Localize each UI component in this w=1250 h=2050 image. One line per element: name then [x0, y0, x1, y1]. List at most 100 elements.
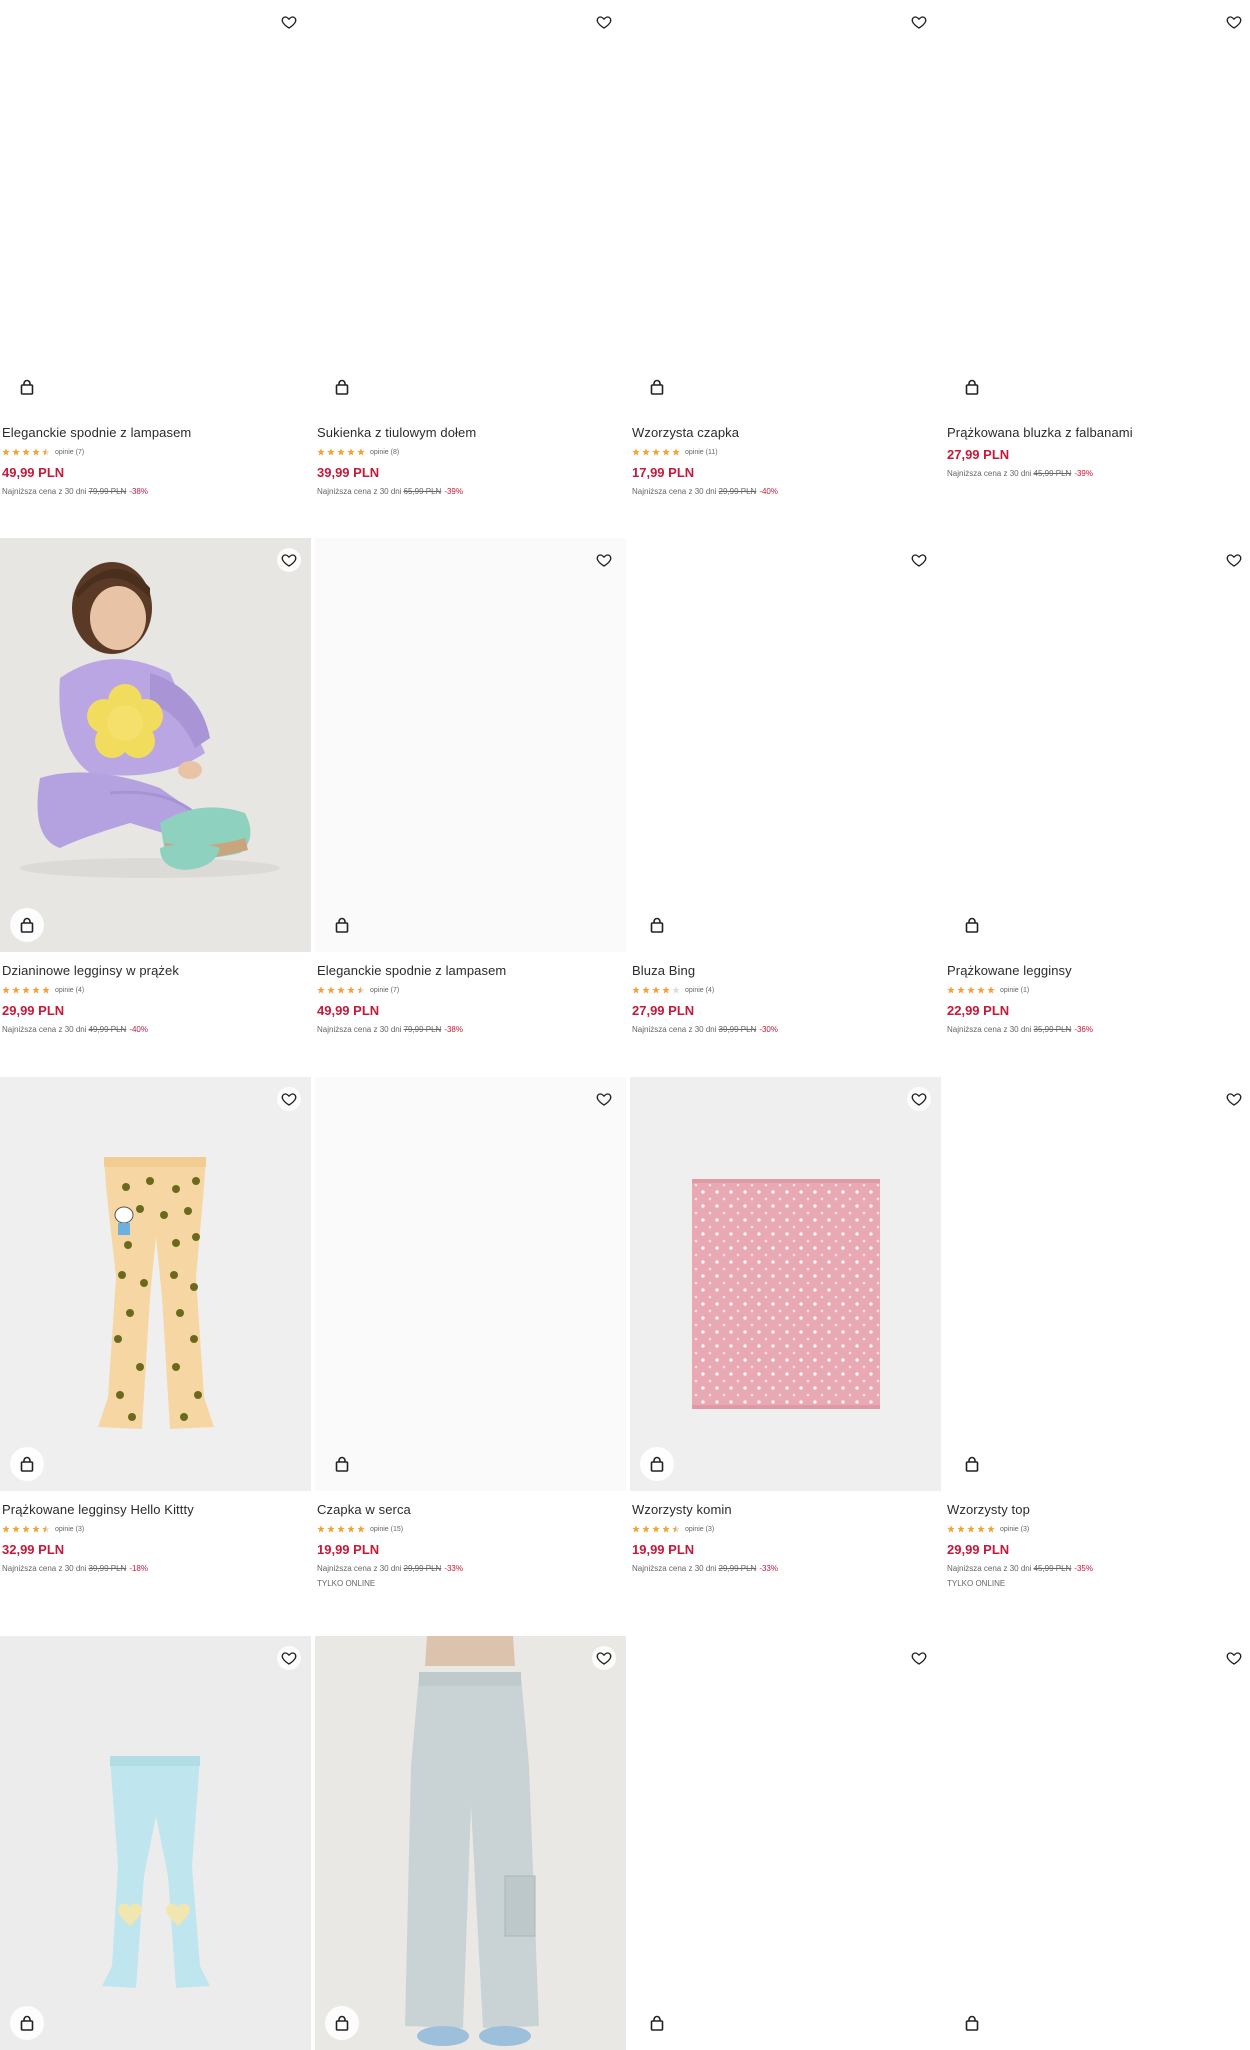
product-title[interactable]: Eleganckie spodnie z lampasem: [317, 962, 626, 979]
product-card[interactable]: Bluza Bing opinie (4) 27,99 PLN Najniższ…: [630, 538, 941, 1034]
product-card[interactable]: [0, 1636, 311, 2050]
product-image[interactable]: [630, 538, 941, 952]
product-title[interactable]: Bluza Bing: [632, 962, 941, 979]
product-image[interactable]: [315, 1636, 626, 2050]
wishlist-heart-icon[interactable]: [592, 10, 616, 34]
discount-badge: -38%: [444, 1025, 463, 1034]
product-title[interactable]: Dzianinowe legginsy w prążek: [2, 962, 311, 979]
product-card[interactable]: Prążkowane legginsy opinie (1) 22,99 PLN…: [945, 538, 1250, 1034]
product-image[interactable]: [945, 1077, 1250, 1491]
wishlist-heart-icon[interactable]: [277, 10, 301, 34]
product-image[interactable]: [945, 0, 1250, 414]
wishlist-heart-icon[interactable]: [907, 1646, 931, 1670]
product-card[interactable]: Dzianinowe legginsy w prążek opinie (4) …: [0, 538, 311, 1034]
product-card[interactable]: [630, 1636, 941, 2050]
product-card[interactable]: Prążkowane legginsy Hello Kittty opinie …: [0, 1077, 311, 1573]
star-icon: [327, 448, 335, 456]
wishlist-heart-icon[interactable]: [277, 548, 301, 572]
add-to-bag-icon[interactable]: [325, 2006, 359, 2040]
old-price: 79,99 PLN: [403, 1025, 442, 1034]
add-to-bag-icon[interactable]: [640, 908, 674, 942]
product-title[interactable]: Prążkowana bluzka z falbanami: [947, 424, 1250, 441]
product-title[interactable]: Wzorzysta czapka: [632, 424, 941, 441]
add-to-bag-icon[interactable]: [10, 1447, 44, 1481]
wishlist-heart-icon[interactable]: [1222, 548, 1246, 572]
lowest-price-label: Najniższa cena z 30 dni: [632, 487, 717, 496]
lowest-price-info: Najniższa cena z 30 dni 39,99 PLN -30%: [632, 1025, 941, 1034]
product-title[interactable]: Prążkowane legginsy Hello Kittty: [2, 1501, 311, 1518]
lowest-price-info: Najniższa cena z 30 dni 29,99 PLN -40%: [632, 487, 941, 496]
star-icon: [967, 986, 975, 994]
add-to-bag-icon[interactable]: [955, 370, 989, 404]
add-to-bag-icon[interactable]: [325, 908, 359, 942]
product-card[interactable]: Wzorzysty komin opinie (3) 19,99 PLN Naj…: [630, 1077, 941, 1573]
wishlist-heart-icon[interactable]: [907, 10, 931, 34]
product-card[interactable]: Czapka w serca opinie (15) 19,99 PLN Naj…: [315, 1077, 626, 1588]
wishlist-heart-icon[interactable]: [907, 1087, 931, 1111]
add-to-bag-icon[interactable]: [640, 2006, 674, 2040]
product-image[interactable]: [315, 538, 626, 952]
product-image[interactable]: [0, 1636, 311, 2050]
add-to-bag-icon[interactable]: [10, 2006, 44, 2040]
product-card[interactable]: Eleganckie spodnie z lampasem opinie (7)…: [315, 538, 626, 1034]
product-image[interactable]: [0, 1077, 311, 1491]
product-image[interactable]: [315, 1077, 626, 1491]
wishlist-heart-icon[interactable]: [1222, 1087, 1246, 1111]
add-to-bag-icon[interactable]: [640, 370, 674, 404]
product-card[interactable]: Prążkowana bluzka z falbanami 27,99 PLN …: [945, 0, 1250, 478]
product-card[interactable]: Sukienka z tiulowym dołem opinie (8) 39,…: [315, 0, 626, 496]
add-to-bag-icon[interactable]: [955, 2006, 989, 2040]
product-card[interactable]: Wzorzysta czapka opinie (11) 17,99 PLN N…: [630, 0, 941, 496]
product-card[interactable]: [315, 1636, 626, 2050]
product-title[interactable]: Prążkowane legginsy: [947, 962, 1250, 979]
product-price: 29,99 PLN: [2, 1003, 65, 1018]
add-to-bag-icon[interactable]: [955, 908, 989, 942]
star-icon: [357, 448, 365, 456]
add-to-bag-icon[interactable]: [325, 1447, 359, 1481]
product-rating: opinie (7): [2, 445, 311, 459]
wishlist-heart-icon[interactable]: [592, 1087, 616, 1111]
add-to-bag-icon[interactable]: [325, 370, 359, 404]
add-to-bag-icon[interactable]: [640, 1447, 674, 1481]
wishlist-heart-icon[interactable]: [907, 548, 931, 572]
product-image[interactable]: [630, 1077, 941, 1491]
wishlist-heart-icon[interactable]: [277, 1646, 301, 1670]
lowest-price-label: Najniższa cena z 30 dni: [632, 1564, 717, 1573]
product-price: 49,99 PLN: [2, 465, 65, 480]
product-image[interactable]: [945, 538, 1250, 952]
lowest-price-label: Najniższa cena z 30 dni: [317, 1025, 402, 1034]
add-to-bag-icon[interactable]: [10, 908, 44, 942]
star-icon: [347, 1525, 355, 1533]
star-icon: [32, 448, 40, 456]
wishlist-heart-icon[interactable]: [1222, 10, 1246, 34]
add-to-bag-icon[interactable]: [10, 370, 44, 404]
wishlist-heart-icon[interactable]: [277, 1087, 301, 1111]
product-image[interactable]: [630, 0, 941, 414]
star-icon: [642, 986, 650, 994]
product-image[interactable]: [0, 538, 311, 952]
product-card[interactable]: Eleganckie spodnie z lampasem opinie (7)…: [0, 0, 311, 496]
product-card[interactable]: [945, 1636, 1250, 2050]
product-image[interactable]: [630, 1636, 941, 2050]
product-title[interactable]: Wzorzysty top: [947, 1501, 1250, 1518]
product-title[interactable]: Wzorzysty komin: [632, 1501, 941, 1518]
old-price: 29,99 PLN: [718, 487, 757, 496]
product-title[interactable]: Sukienka z tiulowym dołem: [317, 424, 626, 441]
product-price: 19,99 PLN: [317, 1542, 380, 1557]
add-to-bag-icon[interactable]: [955, 1447, 989, 1481]
product-title[interactable]: Eleganckie spodnie z lampasem: [2, 424, 311, 441]
wishlist-heart-icon[interactable]: [592, 548, 616, 572]
product-image[interactable]: [0, 0, 311, 414]
product-image[interactable]: [945, 1636, 1250, 2050]
product-card[interactable]: Wzorzysty top opinie (3) 29,99 PLN Najni…: [945, 1077, 1250, 1588]
star-icon: [2, 448, 10, 456]
wishlist-heart-icon[interactable]: [592, 1646, 616, 1670]
star-icon: [662, 1525, 670, 1533]
product-image[interactable]: [315, 0, 626, 414]
rating-stars: [317, 986, 365, 994]
product-title[interactable]: Czapka w serca: [317, 1501, 626, 1518]
star-icon: [357, 1525, 365, 1533]
product-price: 22,99 PLN: [947, 1003, 1010, 1018]
rating-stars: [317, 1525, 365, 1533]
wishlist-heart-icon[interactable]: [1222, 1646, 1246, 1670]
